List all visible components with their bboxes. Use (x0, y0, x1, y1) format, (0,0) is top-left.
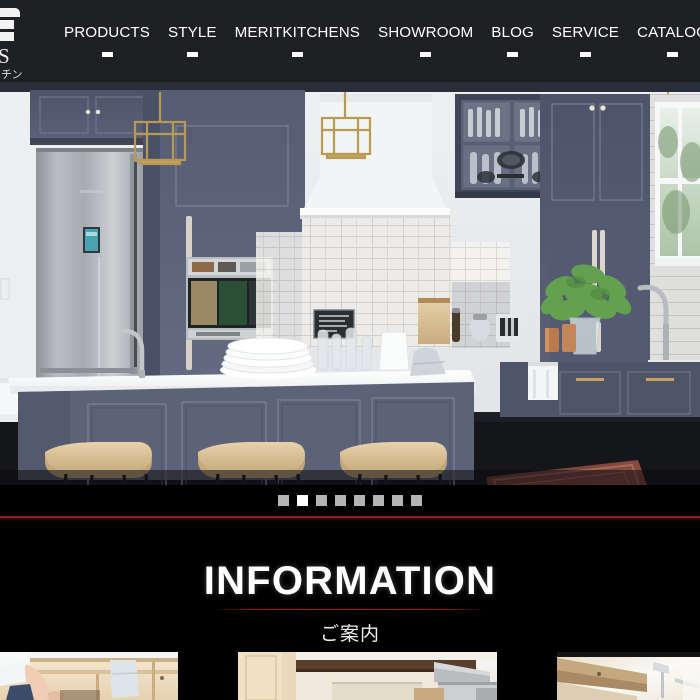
nav-marker-icon (101, 51, 113, 57)
nav-label: SHOWROOM (378, 24, 474, 42)
nav-label: MERITKITCHENS (234, 24, 360, 42)
nav-item-showroom[interactable]: SHOWROOM (369, 24, 482, 57)
info-card-1[interactable] (0, 652, 178, 700)
nav-marker-icon (186, 51, 198, 57)
logo-japanese-text: キッチン (0, 69, 23, 81)
site-logo[interactable]: S キッチン (0, 8, 34, 81)
site-header: S キッチン PRODUCTS STYLE MERITKITCHENS SHOW… (0, 0, 700, 82)
carousel-dot-4[interactable] (335, 495, 346, 506)
section-divider (0, 516, 700, 521)
info-card-3-image (557, 652, 700, 700)
logo-letter: S (0, 44, 10, 68)
nav-label: CATALOG (637, 24, 700, 42)
carousel-dot-6[interactable] (373, 495, 384, 506)
carousel-dot-2[interactable] (297, 495, 308, 506)
nav-item-service[interactable]: SERVICE (543, 24, 628, 57)
information-section: INFORMATION ご案内 (0, 519, 700, 646)
nav-marker-icon (507, 51, 519, 57)
nav-marker-icon (667, 51, 679, 57)
main-navigation: PRODUCTS STYLE MERITKITCHENS SHOWROOM BL… (55, 0, 700, 82)
nav-label: SERVICE (551, 24, 620, 42)
information-title-underline (217, 609, 483, 610)
carousel-pagination (0, 485, 700, 516)
nav-marker-icon (420, 51, 432, 57)
nav-item-style[interactable]: STYLE (159, 24, 226, 57)
info-card-2-image (238, 652, 497, 700)
nav-label: PRODUCTS (64, 24, 151, 42)
nav-item-products[interactable]: PRODUCTS (55, 24, 159, 57)
info-card-3[interactable] (557, 652, 700, 700)
nav-item-catalog[interactable]: CATALOG (628, 24, 700, 57)
hero-carousel-slide[interactable] (0, 82, 700, 485)
information-title: INFORMATION (203, 559, 497, 603)
nav-label: BLOG (491, 24, 534, 42)
logo-mark-icon (0, 8, 26, 48)
carousel-dot-3[interactable] (316, 495, 327, 506)
nav-item-meritkitchens[interactable]: MERITKITCHENS (226, 24, 369, 57)
nav-marker-icon (291, 51, 303, 57)
nav-item-blog[interactable]: BLOG (482, 24, 543, 57)
page-root: S キッチン PRODUCTS STYLE MERITKITCHENS SHOW… (0, 0, 700, 700)
carousel-dot-1[interactable] (278, 495, 289, 506)
information-subtitle: ご案内 (319, 624, 380, 645)
carousel-dot-7[interactable] (392, 495, 403, 506)
nav-marker-icon (579, 51, 591, 57)
information-card-list (0, 652, 700, 700)
nav-label: STYLE (168, 24, 217, 42)
carousel-dot-5[interactable] (354, 495, 365, 506)
info-card-2[interactable] (238, 652, 497, 700)
hero-kitchen-image (0, 82, 700, 485)
info-card-1-image (0, 652, 178, 700)
carousel-dot-8[interactable] (411, 495, 422, 506)
